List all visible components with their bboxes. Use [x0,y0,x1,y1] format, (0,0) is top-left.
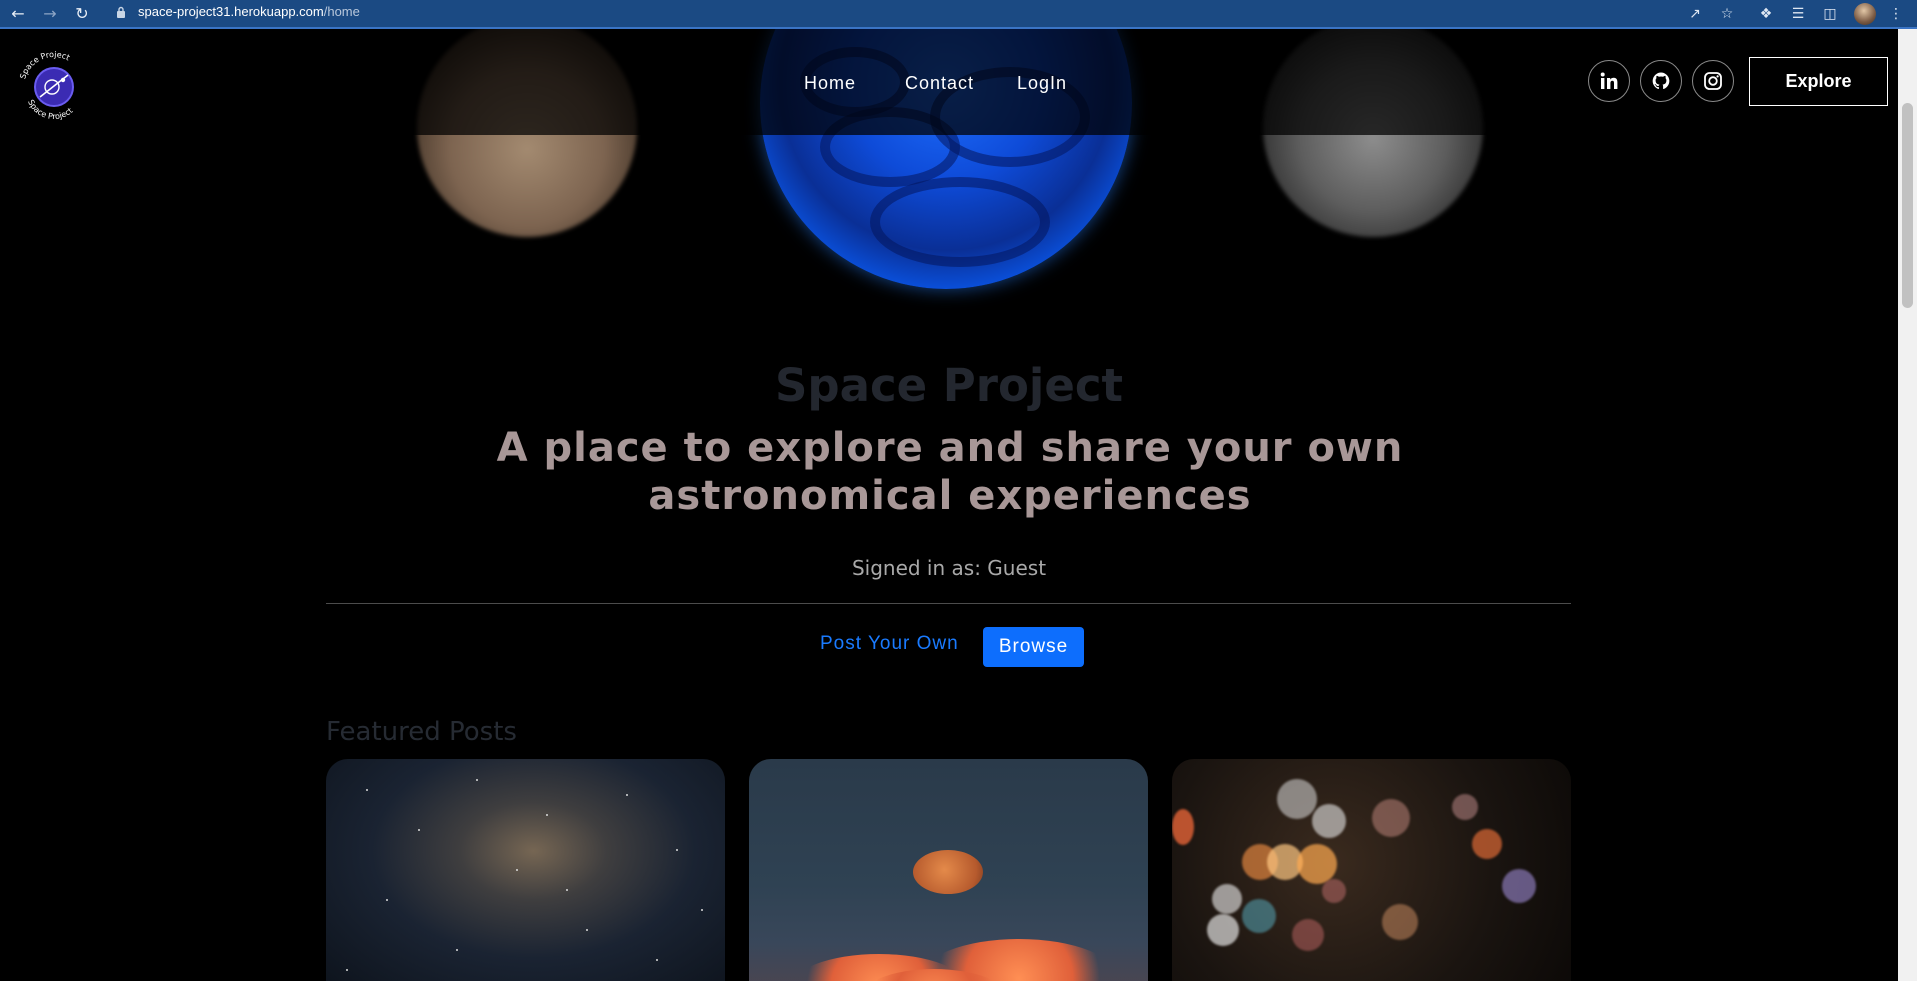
bookmark-star-icon[interactable]: ☆ [1717,4,1737,24]
instagram-button[interactable] [1692,60,1734,102]
forward-icon[interactable]: → [40,4,60,24]
reading-list-icon[interactable]: ☰ [1788,4,1808,24]
extensions-icon[interactable]: ❖ [1756,4,1776,24]
github-button[interactable] [1640,60,1682,102]
share-icon[interactable]: ↗ [1685,4,1705,24]
address-bar[interactable]: space-project31.herokuapp.com/home [106,2,1690,25]
back-icon[interactable]: ← [8,4,28,24]
nav-contact-link[interactable]: Contact [905,73,974,94]
featured-posts-heading: Featured Posts [326,717,517,747]
tagline: A place to explore and share your own as… [496,425,1404,519]
featured-post-card-bokeh-lights[interactable] [1172,759,1571,981]
github-icon [1652,72,1670,90]
page-title: Space Project [774,359,1124,412]
nav-home-link[interactable]: Home [804,73,856,94]
featured-post-card-full-moon[interactable] [749,759,1148,981]
linkedin-icon [1600,72,1618,89]
scrollbar-thumb[interactable] [1902,103,1913,308]
linkedin-button[interactable] [1588,60,1630,102]
menu-kebab-icon[interactable]: ⋮ [1886,4,1906,24]
profile-avatar[interactable] [1854,3,1876,25]
page-content: Space Project Space Project Home Contact… [0,29,1898,981]
url-host: space-project31.herokuapp.com [138,4,324,19]
page-scrollbar[interactable] [1898,29,1917,981]
signed-in-status: Signed in as: Guest [851,556,1047,580]
browser-toolbar: ← → ↻ space-project31.herokuapp.com/home… [0,0,1917,29]
instagram-icon [1704,72,1722,90]
lock-icon [117,6,125,18]
post-your-own-link[interactable]: Post Your Own [820,633,959,655]
browse-button[interactable]: Browse [983,627,1084,667]
side-panel-icon[interactable]: ◫ [1820,4,1840,24]
url-path: /home [323,4,360,19]
reload-icon[interactable]: ↻ [72,4,92,24]
nav-login-link[interactable]: LogIn [1017,73,1067,94]
url-text: space-project31.herokuapp.com/home [138,4,360,19]
site-logo[interactable]: Space Project Space Project [16,49,92,125]
featured-post-card-milky-way[interactable] [326,759,725,981]
explore-button[interactable]: Explore [1749,57,1888,106]
section-divider [326,603,1571,604]
